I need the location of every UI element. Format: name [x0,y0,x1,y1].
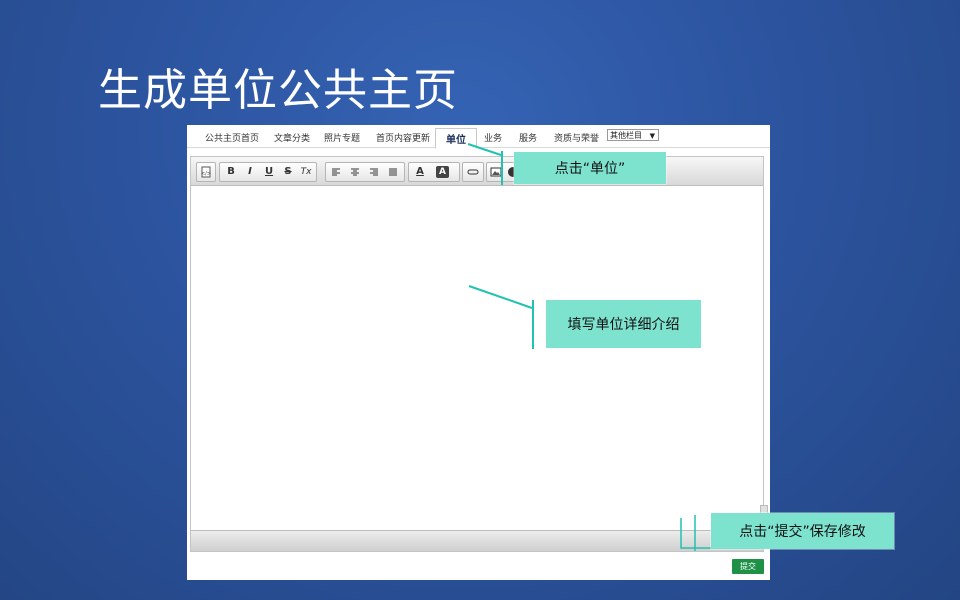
connector-detail [468,285,533,309]
callout-connectors [467,143,729,551]
callout-click-submit: 点击“提交”保存修改 [711,513,894,549]
connector-unit [467,143,502,156]
callout-fill-detail: 填写单位详细介绍 [546,300,701,348]
callout-unit-bar [501,151,503,185]
callout-detail-bar [532,300,534,349]
callout-click-unit: 点击“单位” [514,152,666,184]
